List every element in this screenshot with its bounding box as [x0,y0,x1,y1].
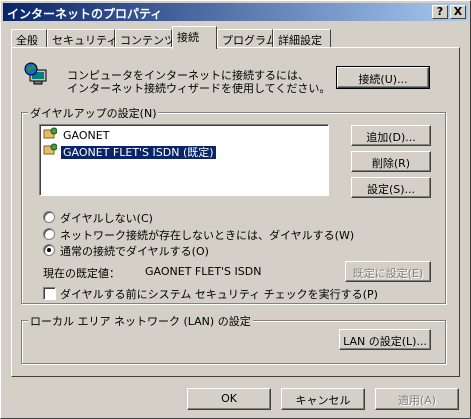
tab-advanced[interactable]: 詳細設定 [273,29,331,47]
dialup-connection-icon [43,143,58,160]
list-item[interactable]: GAONET [43,127,111,143]
dialup-connection-list[interactable]: GAONET GAONET FLET'S ISDN (既定) [39,124,329,196]
remove-button[interactable]: 削除(R) [351,151,431,172]
title-bar[interactable]: インターネットのプロパティ ? X [3,3,468,21]
security-check-label[interactable]: ダイヤルする前にシステム セキュリティ チェックを実行する(P) [60,286,378,302]
add-button[interactable]: 追加(D)... [351,125,431,146]
current-default-value: GAONET FLET'S ISDN [145,265,262,278]
radio-always-dial[interactable] [43,244,55,256]
connect-button[interactable]: 接続(U)... [336,66,430,89]
tab-security[interactable]: セキュリティ [47,29,117,47]
apply-button[interactable]: 適用(A) [375,388,459,410]
settings-button[interactable]: 設定(S)... [351,177,431,198]
radio-always-dial-label[interactable]: 通常の接続でダイヤルする(O) [60,243,209,259]
current-default-label: 現在の既定値： [43,267,120,280]
close-icon[interactable]: X [450,5,466,19]
help-icon[interactable]: ? [432,5,448,19]
window-title: インターネットのプロパティ [7,7,163,21]
tab-content[interactable]: コンテンツ [115,29,175,47]
radio-dial-when-no-network-label[interactable]: ネットワーク接続が存在しないときには、ダイヤルする(W) [60,227,354,243]
lan-group-label: ローカル エリア ネットワーク (LAN) の設定 [28,313,253,329]
radio-never-dial[interactable] [43,211,55,223]
security-check-checkbox[interactable] [43,287,56,300]
connections-panel: コンピュータをインターネットに接続するには、 インターネット接続ウィザードを使用… [11,47,460,377]
list-item[interactable]: GAONET FLET'S ISDN (既定) [43,143,216,159]
radio-never-dial-label[interactable]: ダイヤルしない(C) [60,210,153,226]
tab-general[interactable]: 全般 [11,29,47,47]
ok-button[interactable]: OK [187,388,271,410]
cancel-button[interactable]: キャンセル [281,388,365,410]
radio-selected-dot [47,248,51,252]
connection-wizard-icon [24,62,50,89]
wizard-text-line2: インターネット接続ウィザードを使用してください。 [67,82,331,95]
set-default-button[interactable]: 既定に設定(E) [345,261,431,282]
radio-dial-when-no-network[interactable] [43,228,55,240]
tab-programs[interactable]: プログラム [217,29,277,47]
internet-properties-window: インターネットのプロパティ ? X 全般 セキュリティ コンテンツ 接続 プログ… [0,0,471,419]
dialup-group-label: ダイヤルアップの設定(N) [28,105,159,121]
lan-settings-button[interactable]: LAN の設定(L)... [339,329,431,350]
tab-connections[interactable]: 接続 [172,26,217,49]
dialup-connection-icon [43,127,58,144]
